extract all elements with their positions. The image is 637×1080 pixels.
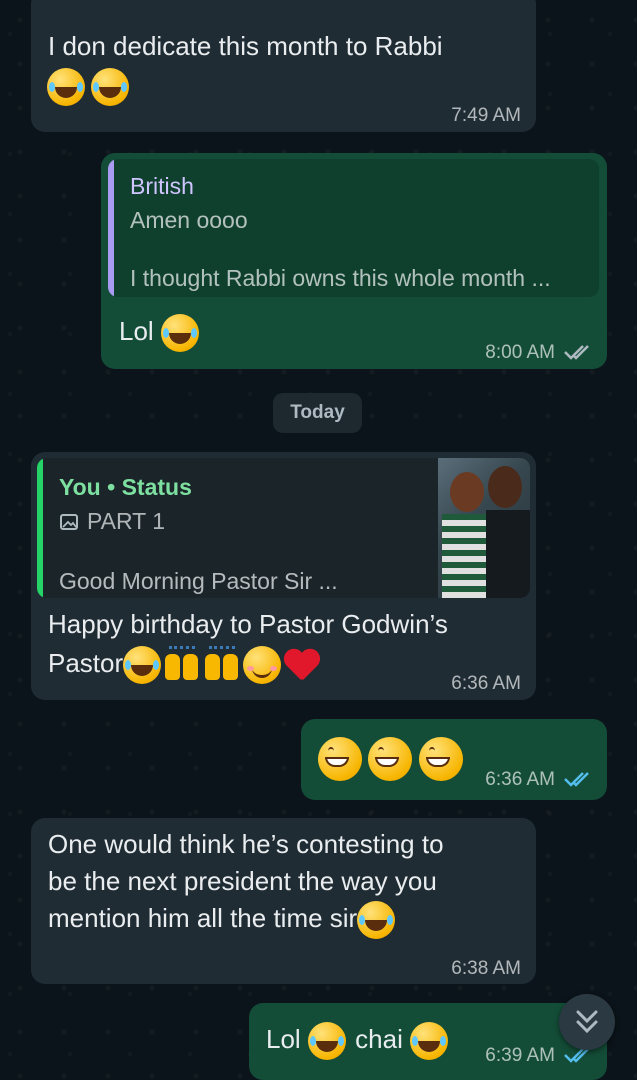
face-with-tears-of-joy-icon <box>307 1022 346 1061</box>
double-check-icon <box>564 772 589 787</box>
message-bubble-outgoing[interactable]: British Amen oooo I thought Rabbi owns t… <box>101 153 607 369</box>
message-time: 6:39 AM <box>485 1045 555 1066</box>
quote-author: British <box>130 173 194 199</box>
message-text: One would think he’s contesting to <box>48 829 444 859</box>
person-thumbnail-left <box>450 472 484 512</box>
raising-hands-icon <box>203 646 241 684</box>
message-text: mention him all the time sir <box>48 903 358 933</box>
message-time: 6:36 AM <box>451 673 521 694</box>
quote-text: I thought Rabbi owns this whole month ..… <box>130 265 551 291</box>
grinning-face-icon <box>418 737 463 781</box>
double-chevron-down-icon <box>576 1010 598 1034</box>
quote-text: Amen oooo <box>130 207 248 233</box>
scroll-to-bottom-button[interactable] <box>559 994 615 1050</box>
message-bubble-outgoing[interactable]: Lol chai 6:39 AM <box>249 1003 607 1080</box>
message-time: 6:38 AM <box>451 958 521 979</box>
face-with-tears-of-joy-icon <box>47 68 85 106</box>
date-chip: Today <box>273 393 362 433</box>
grinning-face-with-sweat-icon <box>357 901 396 940</box>
message-time: 8:00 AM <box>485 342 555 363</box>
double-check-icon <box>564 345 589 360</box>
message-bubble-incoming[interactable]: One would think he’s contesting to be th… <box>31 818 536 984</box>
quote-accent-bar <box>37 458 43 598</box>
message-text: I don dedicate this month to Rabbi <box>48 31 443 61</box>
face-with-tears-of-joy-icon <box>91 68 130 106</box>
status-thumbnail[interactable] <box>438 458 530 598</box>
message-text: Lol <box>119 316 154 346</box>
quote-text: Good Morning Pastor Sir ... <box>59 568 338 594</box>
face-with-tears-of-joy-icon <box>160 314 199 353</box>
message-text: Pastor <box>48 648 124 678</box>
quote-media-label: PART 1 <box>87 508 165 534</box>
quote-accent-bar <box>108 159 114 297</box>
message-time: 6:36 AM <box>485 769 555 790</box>
face-with-tears-of-joy-icon <box>410 1022 449 1061</box>
grinning-face-icon <box>368 737 413 781</box>
face-with-tears-of-joy-icon <box>123 646 162 685</box>
shirt-left <box>442 514 488 598</box>
message-text: chai <box>355 1024 403 1054</box>
image-icon <box>60 513 78 530</box>
message-text: Happy birthday to Pastor Godwin’s <box>48 609 448 639</box>
quoted-message[interactable]: British Amen oooo I thought Rabbi owns t… <box>108 159 599 297</box>
grinning-face-icon <box>318 737 362 781</box>
smiling-face-icon <box>243 646 282 685</box>
quoted-status[interactable]: You • Status PART 1 Good Morning Pastor … <box>37 458 530 598</box>
message-time: 7:49 AM <box>451 105 521 126</box>
message-text: be the next president the way you <box>48 866 437 896</box>
raising-hands-icon <box>163 646 201 684</box>
quote-author: You • Status <box>59 474 192 500</box>
message-bubble-incoming[interactable]: I don dedicate this month to Rabbi 7:49 … <box>31 0 536 132</box>
person-thumbnail-right <box>488 466 522 508</box>
message-text: Lol <box>266 1024 301 1054</box>
message-bubble-incoming[interactable]: You • Status PART 1 Good Morning Pastor … <box>31 452 536 700</box>
red-heart-icon <box>283 646 321 684</box>
message-bubble-outgoing[interactable]: 6:36 AM <box>301 719 607 800</box>
shirt-right <box>486 510 530 598</box>
